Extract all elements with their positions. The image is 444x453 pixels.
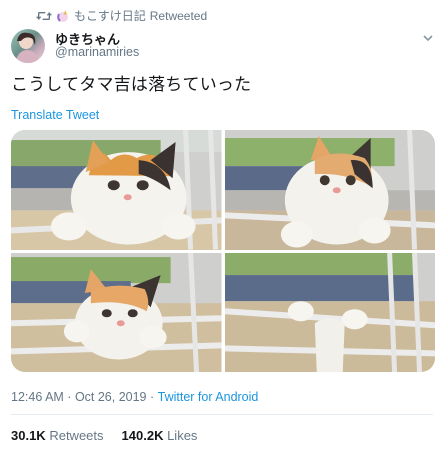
photo-4[interactable] bbox=[224, 252, 435, 372]
retweet-icon bbox=[36, 11, 52, 20]
photo-1[interactable] bbox=[11, 130, 222, 250]
tweet-source-link[interactable]: Twitter for Android bbox=[158, 390, 259, 404]
likes-count: 140.2K bbox=[121, 428, 164, 443]
tweet-text: こうしてタマ吉は落ちていった bbox=[11, 75, 252, 94]
likes-label: Likes bbox=[167, 428, 198, 443]
author-handle[interactable]: @marinamiries bbox=[55, 45, 139, 59]
chevron-down-icon[interactable] bbox=[422, 32, 434, 44]
divider bbox=[11, 414, 433, 415]
translate-tweet-link[interactable]: Translate Tweet bbox=[11, 108, 99, 122]
retweet-banner[interactable]: もこすけ日記 Retweeted bbox=[36, 7, 207, 24]
retweets-label: Retweets bbox=[49, 428, 104, 443]
tweet-meta: 12:46 AM · Oct 26, 2019 · Twitter for An… bbox=[11, 390, 258, 404]
avatar[interactable] bbox=[11, 29, 45, 63]
unicorn-emoji-icon bbox=[57, 9, 68, 22]
retweets-count: 30.1K bbox=[11, 428, 46, 443]
photo-2[interactable] bbox=[224, 130, 435, 250]
meta-separator: · bbox=[63, 390, 75, 404]
tweet-date[interactable]: Oct 26, 2019 bbox=[75, 390, 147, 404]
photo-3[interactable] bbox=[11, 252, 222, 372]
retweets-stat[interactable]: 30.1K Retweets bbox=[11, 428, 104, 443]
tweet-stats: 30.1K Retweets 140.2K Likes bbox=[11, 428, 197, 443]
photo-grid bbox=[11, 130, 435, 372]
tweet-time[interactable]: 12:46 AM bbox=[11, 390, 64, 404]
meta-separator-2: · bbox=[146, 390, 158, 404]
likes-stat[interactable]: 140.2K Likes bbox=[122, 428, 198, 443]
retweeted-label: Retweeted bbox=[149, 8, 208, 23]
retweeter-name[interactable]: もこすけ日記 bbox=[74, 7, 146, 24]
